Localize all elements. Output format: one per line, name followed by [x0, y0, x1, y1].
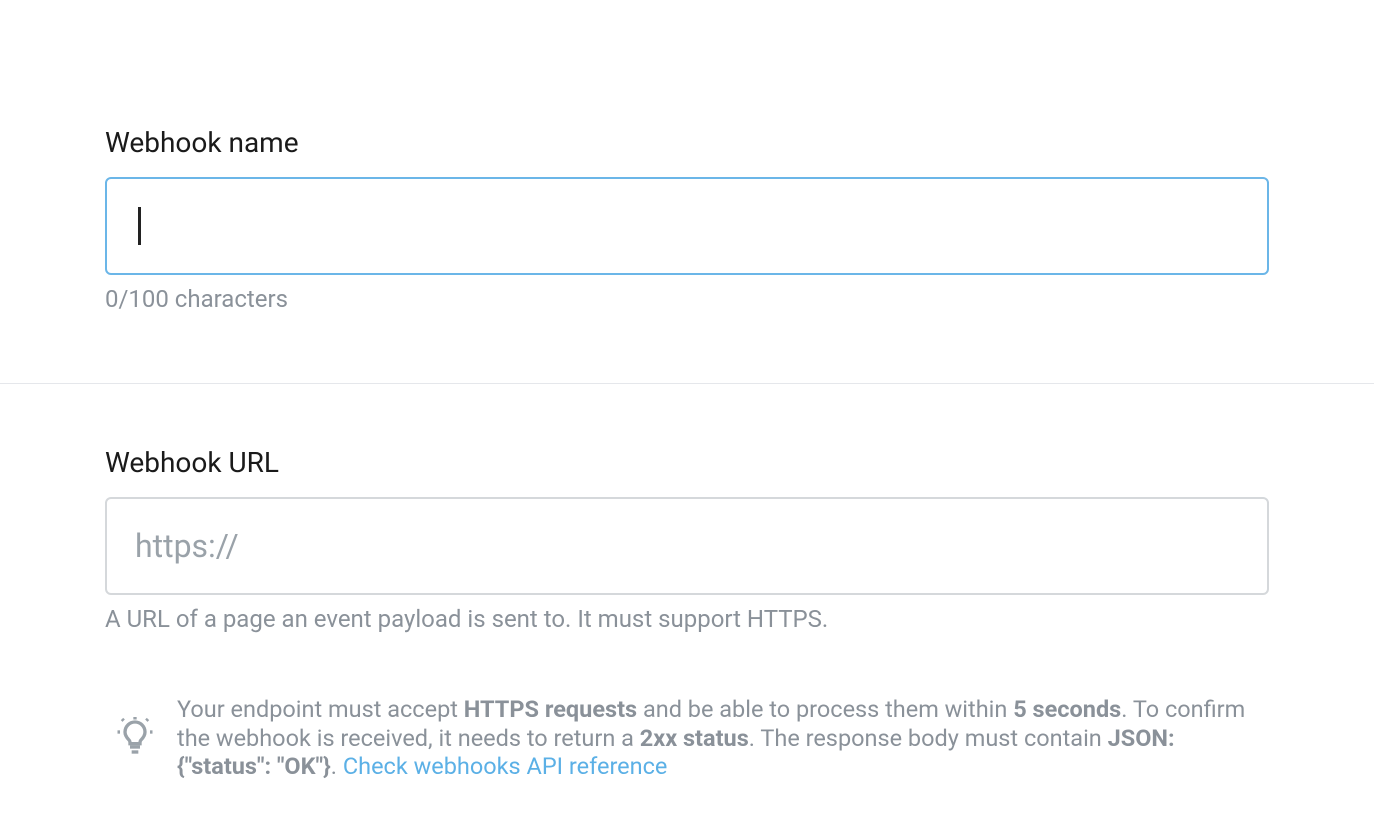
webhook-url-input[interactable]: [105, 497, 1269, 595]
webhook-name-input-wrap: [105, 177, 1269, 275]
tip-text-segment: .: [331, 752, 343, 780]
tip-bold-seconds: 5 seconds: [1013, 695, 1121, 723]
tip-text-segment: . The response body must contain: [749, 724, 1108, 752]
tip-bold-https: HTTPS requests: [464, 695, 637, 723]
tip-text-segment: Your endpoint must accept: [177, 695, 464, 723]
webhook-name-counter: 0/100 characters: [105, 285, 1269, 313]
webhook-name-section: Webhook name 0/100 characters: [0, 0, 1374, 383]
endpoint-tip: Your endpoint must accept HTTPS requests…: [105, 695, 1269, 781]
tip-bold-status: 2xx status: [640, 724, 749, 752]
webhook-name-label: Webhook name: [105, 126, 1269, 159]
webhook-name-input[interactable]: [105, 177, 1269, 275]
endpoint-tip-text: Your endpoint must accept HTTPS requests…: [177, 695, 1257, 781]
webhook-url-input-wrap: [105, 497, 1269, 595]
tip-text-segment: and be able to process them within: [637, 695, 1013, 723]
lightbulb-icon: [115, 717, 155, 761]
api-reference-link[interactable]: Check webhooks API reference: [343, 752, 668, 780]
webhook-url-section: Webhook URL A URL of a page an event pay…: [0, 384, 1374, 821]
webhook-url-hint: A URL of a page an event payload is sent…: [105, 605, 1269, 633]
webhook-url-label: Webhook URL: [105, 446, 1269, 479]
